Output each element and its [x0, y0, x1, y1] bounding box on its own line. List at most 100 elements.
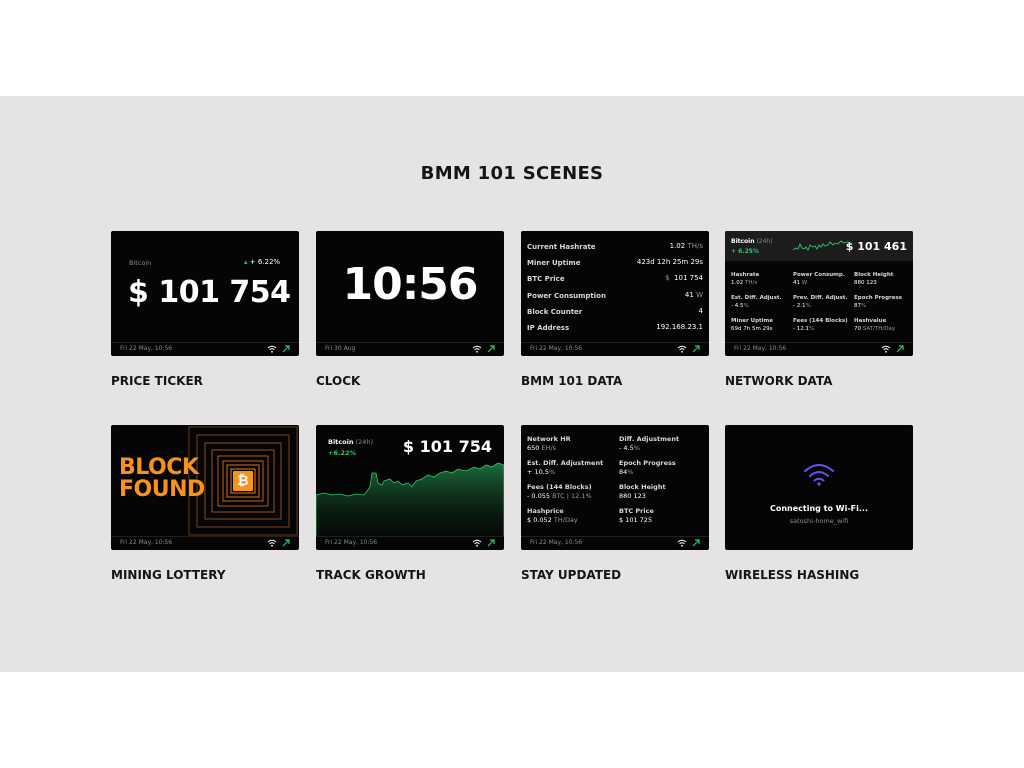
row-label: BTC Price: [527, 275, 565, 283]
row-value: 1.02 TH/s: [669, 242, 703, 250]
cell-value: + 10.5%: [527, 468, 556, 476]
wifi-icon: [472, 345, 482, 353]
cell-value: 880 123: [854, 280, 877, 286]
wifi-icon: [472, 539, 482, 547]
clock-time: 10:56: [342, 259, 478, 310]
block-found-line1: BLOCK: [119, 455, 199, 480]
scene-clock[interactable]: 10:56 Fri 30 Aug CLOCK: [316, 231, 504, 388]
block-found-line2: FOUND: [119, 477, 205, 502]
scene-track-growth[interactable]: Bitcoin (24h) +6.22% $ 101 754 Fri 22 Ma…: [316, 425, 504, 582]
cell-value: - 0.055 BTC | 12.1%: [527, 492, 592, 500]
scene-network-data[interactable]: Bitcoin (24h) + 6.25% $ 101 461 Hashrate…: [725, 231, 913, 388]
row-label: Power Consumption: [527, 292, 606, 300]
row-value: $ 101 754: [665, 274, 703, 282]
footer-date: Fri 22 May, 10:56: [120, 345, 173, 352]
trend-up-icon: [487, 345, 495, 353]
trend-up-icon: [487, 539, 495, 547]
scene-mining-lottery[interactable]: ₿ BLOCK FOUND Fri 22 May, 10:56 MINING L…: [111, 425, 299, 582]
cell-value: 69d 7h 5m 29s: [731, 326, 773, 332]
scene-bmm-data[interactable]: Current Hashrate 1.02 TH/s Miner Uptime …: [521, 231, 709, 388]
bitcoin-icon: ₿: [233, 471, 253, 491]
cell-label: Prev. Diff. Adjust.: [793, 295, 848, 301]
price-area-chart: [316, 462, 504, 537]
row-value: 4: [698, 307, 703, 315]
coin-label: Bitcoin (24h): [731, 238, 773, 245]
cell-value: 84%: [619, 468, 634, 476]
status-bar: Fri 22 May, 10:56: [316, 536, 504, 550]
wifi-icon: [267, 345, 277, 353]
cell-label: Epoch Progress: [619, 459, 676, 467]
cell-label: Est. Diff. Adjust.: [731, 295, 782, 301]
device-screen: 10:56 Fri 30 Aug: [316, 231, 504, 356]
device-screen: Bitcoin ▴ + 6.22% $ 101 754 Fri 22 May, …: [111, 231, 299, 356]
trend-up-icon: [282, 345, 290, 353]
scene-stay-updated[interactable]: Network HR 650 EH/s Diff. Adjustment - 4…: [521, 425, 709, 582]
price-value: $ 101 754: [128, 275, 291, 310]
footer-date: Fri 22 May, 10:56: [530, 345, 583, 352]
cell-value: $ 101 725: [619, 516, 653, 524]
price-value: $ 101 754: [402, 437, 492, 456]
cell-value: 880 123: [619, 492, 646, 500]
footer-date: Fri 22 May, 10:56: [120, 539, 173, 546]
wifi-icon: [267, 539, 277, 547]
cell-label: Block Height: [619, 483, 666, 491]
page-title: BMM 101 SCENES: [420, 163, 604, 184]
device-screen: Bitcoin (24h) +6.22% $ 101 754 Fri 22 Ma…: [316, 425, 504, 550]
row-label: Current Hashrate: [527, 243, 596, 251]
cell-label: Hashprice: [527, 507, 564, 515]
footer-date: Fri 22 May, 10:56: [530, 539, 583, 546]
scene-caption: MINING LOTTERY: [111, 568, 226, 582]
cell-value: 1.02 TH/s: [731, 280, 758, 286]
scene-caption: TRACK GROWTH: [316, 568, 426, 582]
wifi-icon: [677, 539, 687, 547]
device-screen: Network HR 650 EH/s Diff. Adjustment - 4…: [521, 425, 709, 550]
cell-value: 70 SAT/TH/Day: [854, 326, 896, 332]
scene-caption: PRICE TICKER: [111, 374, 203, 388]
cell-label: Block Height: [854, 272, 894, 278]
footer-date: Fri 30 Aug: [325, 345, 356, 352]
status-bar: Fri 22 May, 10:56: [521, 342, 709, 356]
scene-wireless-hashing[interactable]: Connecting to Wi-Fi... satoshi-home_wifi…: [725, 425, 913, 582]
device-screen: ₿ BLOCK FOUND Fri 22 May, 10:56: [111, 425, 299, 550]
trend-up-icon: [896, 345, 904, 353]
device-screen: Connecting to Wi-Fi... satoshi-home_wifi: [725, 425, 913, 550]
row-value: 423d 12h 25m 29s: [636, 258, 703, 266]
cell-label: BTC Price: [619, 507, 654, 515]
scene-price-ticker[interactable]: Bitcoin ▴ + 6.22% $ 101 754 Fri 22 May, …: [111, 231, 299, 388]
wifi-connecting-icon: [804, 464, 834, 486]
trend-up-icon: [692, 345, 700, 353]
scene-caption: WIRELESS HASHING: [725, 568, 860, 582]
scene-caption: CLOCK: [316, 374, 361, 388]
cell-label: Fees (144 Blocks): [793, 318, 848, 324]
cell-value: - 4.5%: [619, 444, 640, 452]
scene-caption: NETWORK DATA: [725, 374, 833, 388]
cell-label: Est. Diff. Adjustment: [527, 459, 604, 467]
cell-label: Diff. Adjustment: [619, 435, 680, 443]
cell-label: Miner Uptime: [731, 318, 774, 324]
cell-value: - 12.1%: [793, 326, 815, 332]
row-label: IP Address: [527, 324, 570, 332]
row-label: Miner Uptime: [527, 259, 581, 267]
coin-label: Bitcoin (24h): [328, 438, 374, 446]
cell-label: Epoch Progress: [854, 295, 903, 301]
trend-up-icon: [692, 539, 700, 547]
cell-label: Hashvalue: [854, 318, 887, 324]
wifi-ssid: satoshi-home_wifi: [789, 517, 849, 525]
cell-label: Power Consump.: [793, 272, 845, 278]
device-screen: Bitcoin (24h) + 6.25% $ 101 461 Hashrate…: [725, 231, 913, 356]
cell-value: 41 W: [793, 280, 808, 286]
footer-date: Fri 22 May, 10:56: [325, 539, 378, 546]
coin-label: Bitcoin: [129, 259, 152, 267]
row-value: 192.168.23.1: [656, 323, 703, 331]
row-label: Block Counter: [527, 308, 583, 316]
scene-caption: BMM 101 DATA: [521, 374, 623, 388]
price-change: +6.22%: [328, 449, 356, 457]
status-bar: Fri 22 May, 10:56: [725, 342, 913, 356]
connection-status: Connecting to Wi-Fi...: [769, 504, 868, 513]
price-change: + 6.25%: [731, 248, 759, 255]
wifi-icon: [881, 345, 891, 353]
cell-value: - 4.5%: [731, 303, 749, 309]
cell-value: - 2.1%: [793, 303, 811, 309]
status-bar: Fri 30 Aug: [316, 342, 504, 356]
row-value: 41 W: [684, 291, 703, 299]
